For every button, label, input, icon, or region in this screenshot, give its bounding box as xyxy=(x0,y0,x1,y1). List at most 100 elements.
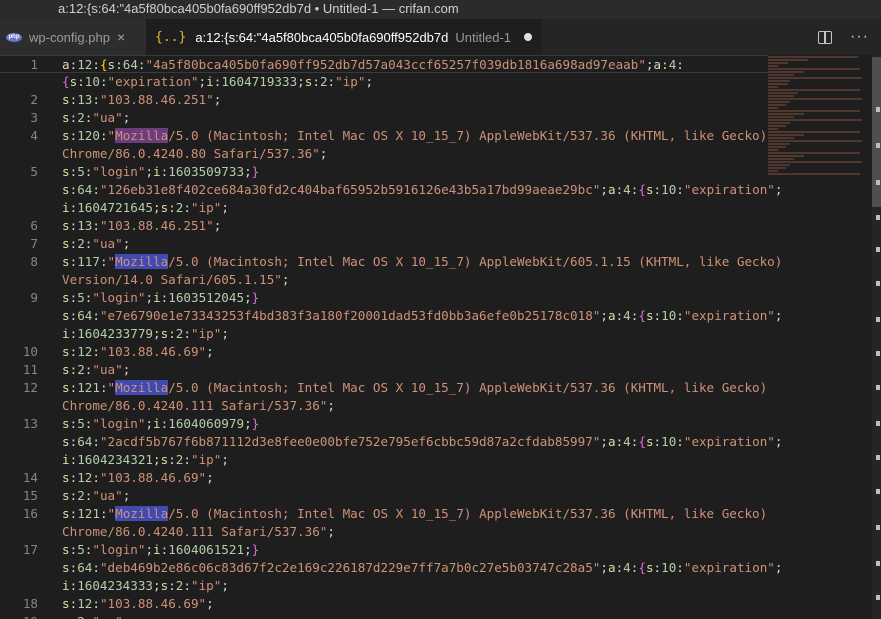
code-line[interactable]: s:64:"e7e6790e1e73343253f4bd383f3a180f20… xyxy=(0,307,782,325)
code-token: : xyxy=(137,57,146,72)
code-token: 117 xyxy=(77,254,100,269)
code-line[interactable]: 7 s:2:"ua"; xyxy=(0,235,768,253)
unsaved-changes-icon[interactable] xyxy=(524,33,533,41)
code-line[interactable]: 5 s:5:"login";i:1603509733;} xyxy=(0,163,768,181)
code-line[interactable]: i:1604721645;s:2:"ip"; xyxy=(0,199,768,217)
code-token: i xyxy=(62,200,70,215)
code-line[interactable]: Chrome/86.0.4240.111 Safari/537.36"; xyxy=(0,523,768,541)
code-text: s:2:"ua"; xyxy=(62,109,130,127)
code-token: : xyxy=(92,92,100,107)
minimap[interactable] xyxy=(768,55,866,225)
code-token: ; xyxy=(122,110,131,125)
code-token: "ua" xyxy=(92,614,122,619)
code-line[interactable]: {s:10:"expiration";i:1604719333;s:2:"ip"… xyxy=(0,73,768,91)
code-token: "expiration" xyxy=(683,434,775,449)
code-token: "ua" xyxy=(92,362,123,377)
code-line[interactable]: 10 s:12:"103.88.46.69"; xyxy=(0,343,768,361)
editor-actions: ··· xyxy=(818,19,869,55)
code-line[interactable]: Chrome/86.0.4240.111 Safari/537.36"; xyxy=(0,397,768,415)
code-editor[interactable]: 1 a:12:{s:64:"4a5f80bca405b0fa690ff952db7… xyxy=(0,55,881,619)
code-token: "103.88.46.69" xyxy=(99,344,207,359)
code-line[interactable]: s:64:"deb469b2e86c06c83d67f2c2e169c22618… xyxy=(0,559,782,577)
code-token: " xyxy=(107,254,116,269)
code-text: s:64:"126eb31e8f402ce684a30fd2c404baf659… xyxy=(62,181,782,199)
code-token: "4a5f80bca405b0fa690ff952db7d57a043ccf65… xyxy=(145,57,646,72)
code-line[interactable]: i:1604233779;s:2:"ip"; xyxy=(0,325,768,343)
code-line[interactable]: s:64:"2acdf5b767f6b871112d3e8fee0e00bfe7… xyxy=(0,433,782,451)
code-line[interactable]: 15 s:2:"ua"; xyxy=(0,487,768,505)
code-token: 4 xyxy=(623,560,631,575)
code-token: a xyxy=(607,434,616,449)
code-line[interactable]: 8 s:117:"Mozilla/5.0 (Macintosh; Intel Ma… xyxy=(0,253,782,271)
tab-bar: php wp-config.php × {..} a:12:{s:64:"4a5… xyxy=(0,19,881,55)
code-token: 4 xyxy=(623,182,631,197)
code-line[interactable]: 1 a:12:{s:64:"4a5f80bca405b0fa690ff952db7… xyxy=(0,55,768,73)
code-line[interactable]: 13 s:5:"login";i:1604060979;} xyxy=(0,415,768,433)
code-token: ; xyxy=(145,290,154,305)
code-line[interactable]: 9 s:5:"login";i:1603512045;} xyxy=(0,289,768,307)
code-token: s xyxy=(62,434,70,449)
code-line[interactable]: Chrome/86.0.4240.80 Safari/537.36"; xyxy=(0,145,768,163)
code-token: a xyxy=(62,57,70,72)
code-token: 1604061521 xyxy=(168,542,245,557)
code-token: ; xyxy=(365,74,374,89)
code-token: ; xyxy=(221,200,229,215)
code-token: "login" xyxy=(92,290,146,305)
code-token: ; xyxy=(122,488,131,503)
code-token: s xyxy=(62,110,70,125)
search-match-marker xyxy=(876,595,880,600)
code-line[interactable]: 3 s:2:"ua"; xyxy=(0,109,768,127)
code-line[interactable]: 19 s:2:"ua"; xyxy=(0,613,768,619)
code-token: 1603512045 xyxy=(168,290,245,305)
code-token: 64 xyxy=(77,182,93,197)
code-text: s:64:"e7e6790e1e73343253f4bd383f3a180f20… xyxy=(62,307,782,325)
code-line[interactable]: 2 s:13:"103.88.46.251"; xyxy=(0,91,768,109)
code-text: s:120:"Mozilla/5.0 (Macintosh; Intel Mac… xyxy=(62,127,767,145)
code-line[interactable]: 4 s:120:"Mozilla/5.0 (Macintosh; Intel Ma… xyxy=(0,127,768,145)
code-token: : xyxy=(676,434,684,449)
search-match-marker xyxy=(876,351,880,356)
code-line[interactable]: i:1604234321;s:2:"ip"; xyxy=(0,451,768,469)
code-token: "ua" xyxy=(92,488,123,503)
code-line[interactable]: 12 s:121:"Mozilla/5.0 (Macintosh; Intel M… xyxy=(0,379,768,397)
code-line[interactable]: 14 s:12:"103.88.46.69"; xyxy=(0,469,768,487)
search-match-marker xyxy=(876,281,880,286)
code-line[interactable]: 11 s:2:"ua"; xyxy=(0,361,768,379)
code-token: { xyxy=(638,182,646,197)
code-token: ; xyxy=(213,218,222,233)
close-icon[interactable]: × xyxy=(117,29,125,45)
code-token: { xyxy=(638,434,646,449)
code-token: : xyxy=(168,578,176,593)
line-number: 4 xyxy=(30,128,38,143)
code-token: "126eb31e8f402ce684a30fd2c404baf65952b59… xyxy=(99,182,601,197)
more-actions-icon[interactable]: ··· xyxy=(850,28,869,46)
vertical-scrollbar[interactable] xyxy=(872,55,881,619)
code-line[interactable]: 17 s:5:"login";i:1604061521;} xyxy=(0,541,768,559)
code-line[interactable]: s:64:"126eb31e8f402ce684a30fd2c404baf659… xyxy=(0,181,782,199)
code-line[interactable]: 6 s:13:"103.88.46.251"; xyxy=(0,217,768,235)
code-line[interactable]: i:1604234333;s:2:"ip"; xyxy=(0,577,768,595)
split-editor-icon[interactable] xyxy=(818,30,833,44)
code-token: /5.0 (Macintosh; Intel Mac OS X 10_15_7)… xyxy=(168,380,768,395)
tab-untitled-1[interactable]: {..} a:12:{s:64:"4a5f80bca405b0fa690ff95… xyxy=(146,19,542,55)
code-token: : xyxy=(115,57,123,72)
code-text: s:12:"103.88.46.69"; xyxy=(62,595,214,613)
code-line[interactable]: Version/14.0 Safari/605.1.15"; xyxy=(0,271,768,289)
code-text: s:121:"Mozilla/5.0 (Macintosh; Intel Mac… xyxy=(62,505,767,523)
code-token: : xyxy=(661,57,669,72)
code-line[interactable]: 18 s:12:"103.88.46.69"; xyxy=(0,595,768,613)
code-token: a xyxy=(607,560,616,575)
line-number: 5 xyxy=(30,164,38,179)
code-token: Version/14.0 Safari/605.1.15" xyxy=(62,272,282,287)
code-token: s xyxy=(645,560,654,575)
code-token: 10 xyxy=(661,560,677,575)
code-text: s:121:"Mozilla/5.0 (Macintosh; Intel Mac… xyxy=(62,379,767,397)
code-token: s xyxy=(62,128,70,143)
code-token: s xyxy=(62,506,70,521)
code-token: 2 xyxy=(319,74,328,89)
code-token: ; xyxy=(600,308,608,323)
code-token: "login" xyxy=(92,542,146,557)
code-line[interactable]: 16 s:121:"Mozilla/5.0 (Macintosh; Intel M… xyxy=(0,505,768,523)
tab-wp-config[interactable]: php wp-config.php × xyxy=(0,19,146,55)
code-token: : xyxy=(92,57,100,72)
